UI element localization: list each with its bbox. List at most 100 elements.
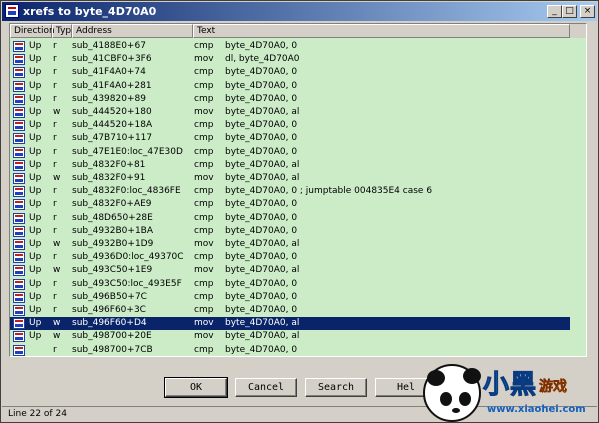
cell-address: sub_439820+89 xyxy=(72,93,146,104)
column-header-text[interactable]: Text xyxy=(193,24,570,38)
cell-type: r xyxy=(53,212,57,223)
cell-type: r xyxy=(53,120,57,131)
cell-address: sub_4832F0:loc_4836FE xyxy=(72,186,181,197)
cell-direction: Up xyxy=(29,305,42,315)
cell-address: sub_496B50+7C xyxy=(72,291,147,302)
cell-operands: byte_4D70A0, 0 xyxy=(225,41,298,51)
cell-instruction: cmp xyxy=(194,291,214,302)
table-row[interactable]: Up r sub_41F4A0+74 cmp byte_4D70A0, 0 xyxy=(10,66,570,79)
minimize-button[interactable]: _ xyxy=(547,5,562,18)
table-row[interactable]: Up r sub_48D650+28E cmp byte_4D70A0, 0 xyxy=(10,212,570,225)
table-row[interactable]: Up r sub_4832F0+81 cmp byte_4D70A0, al xyxy=(10,159,570,172)
xref-row-icon xyxy=(13,159,25,171)
column-header-type[interactable]: Typ xyxy=(52,24,72,38)
table-row[interactable]: Up r sub_444520+18A cmp byte_4D70A0, 0 xyxy=(10,119,570,132)
column-header-address[interactable]: Address xyxy=(72,24,193,38)
cell-operands: byte_4D70A0, 0 xyxy=(225,120,298,131)
table-row[interactable]: Up w sub_493C50+1E9 mov byte_4D70A0, al xyxy=(10,264,570,277)
xref-row-icon xyxy=(13,225,25,237)
table-row[interactable]: Up r sub_41CBF0+3F6 mov dl, byte_4D70A0 xyxy=(10,53,570,66)
maximize-button[interactable]: □ xyxy=(562,5,577,18)
table-row[interactable]: Up r sub_47E1E0:loc_47E30D cmp byte_4D70A0, … xyxy=(10,146,570,159)
table-row[interactable]: Up r sub_41F4A0+281 cmp byte_4D70A0, 0 xyxy=(10,80,570,93)
cell-type: r xyxy=(53,80,57,91)
panda-logo-icon xyxy=(423,364,481,422)
table-row[interactable]: Up r sub_493C50:loc_493E5F cmp byte_4D70A0, … xyxy=(10,278,570,291)
site-watermark: 小黑 游戏 www.xiaohei.com xyxy=(421,356,599,423)
status-text: Line 22 of 24 xyxy=(8,409,67,419)
xref-row-icon xyxy=(13,107,25,118)
cell-type: r xyxy=(53,186,57,197)
cell-instruction: cmp xyxy=(194,146,214,157)
cell-operands: dl, byte_4D70A0 xyxy=(225,54,300,65)
xref-row-icon xyxy=(13,305,25,316)
cell-instruction: cmp xyxy=(194,159,214,170)
cell-type: r xyxy=(53,67,57,78)
cell-operands: byte_4D70A0, 0 xyxy=(225,278,298,289)
xref-row-icon xyxy=(13,146,25,158)
cell-direction: Up xyxy=(29,107,42,117)
column-header-direction[interactable]: Direction xyxy=(10,24,55,38)
cell-address: sub_4832F0+91 xyxy=(72,173,146,183)
close-button[interactable]: × xyxy=(580,5,595,18)
cell-instruction: cmp xyxy=(194,278,214,289)
table-row[interactable]: Up r sub_496F60+3C cmp byte_4D70A0, 0 xyxy=(10,304,570,317)
cell-operands: byte_4D70A0, 0 xyxy=(225,199,298,210)
table-row[interactable]: Up w sub_498700+20E mov byte_4D70A0, al xyxy=(10,330,570,343)
table-row[interactable]: Up w sub_496F60+D4 mov byte_4D70A0, al xyxy=(10,317,570,331)
search-button[interactable]: Search xyxy=(305,378,367,397)
xref-row-icon xyxy=(13,133,25,145)
table-row[interactable]: Up r sub_4188E0+67 cmp byte_4D70A0, 0 xyxy=(10,40,570,53)
table-row[interactable]: Up w sub_444520+180 mov byte_4D70A0, al xyxy=(10,106,570,119)
cell-instruction: mov xyxy=(194,107,214,117)
cell-address: sub_41CBF0+3F6 xyxy=(72,54,152,65)
xref-list[interactable]: Direction Typ Address Text Up r sub_4188E0… xyxy=(9,23,587,357)
cell-operands: byte_4D70A0, 0 xyxy=(225,146,298,157)
cell-address: sub_47B710+117 xyxy=(72,133,153,144)
cell-address: sub_444520+18A xyxy=(72,120,153,131)
cell-direction: Up xyxy=(29,265,42,276)
cell-direction: Up xyxy=(29,225,42,236)
xref-row-icon xyxy=(13,120,25,132)
cell-instruction: cmp xyxy=(194,41,214,51)
cell-instruction: mov xyxy=(194,265,214,276)
table-row[interactable]: r sub_498700+7CB cmp byte_4D70A0, 0 xyxy=(10,344,570,356)
cell-operands: byte_4D70A0, 0 xyxy=(225,93,298,104)
cell-direction: Up xyxy=(29,159,42,170)
cell-type: r xyxy=(53,278,57,289)
cell-direction: Up xyxy=(29,93,42,104)
cell-address: sub_4832F0+AE9 xyxy=(72,199,152,210)
table-row[interactable]: Up r sub_47B710+117 cmp byte_4D70A0, 0 xyxy=(10,132,570,145)
cell-type: w xyxy=(53,173,61,183)
table-row[interactable]: Up w sub_4832F0+91 mov byte_4D70A0, al xyxy=(10,172,570,185)
cell-instruction: cmp xyxy=(194,80,214,91)
ok-button[interactable]: OK xyxy=(164,377,228,398)
cell-type: w xyxy=(53,265,61,276)
cell-type: r xyxy=(53,305,57,315)
cell-address: sub_4932B0+1D9 xyxy=(72,239,154,249)
cell-direction: Up xyxy=(29,291,42,302)
cell-instruction: cmp xyxy=(194,212,214,223)
cell-address: sub_41F4A0+281 xyxy=(72,80,152,91)
title-bar[interactable]: xrefs to byte_4D70A0 _ □ × xyxy=(2,2,597,21)
cell-type: r xyxy=(53,252,57,263)
window-title: xrefs to byte_4D70A0 xyxy=(23,5,157,18)
table-row[interactable]: Up r sub_4832F0:loc_4836FE cmp byte_4D70A0, … xyxy=(10,185,570,198)
cancel-button[interactable]: Cancel xyxy=(235,378,297,397)
cell-instruction: cmp xyxy=(194,67,214,78)
xref-row-icon xyxy=(13,239,25,250)
table-row[interactable]: Up r sub_4936D0:loc_49370C cmp byte_4D70A0, … xyxy=(10,251,570,264)
cell-type: r xyxy=(53,54,57,65)
cell-operands: byte_4D70A0, 0 xyxy=(225,291,298,302)
table-row[interactable]: Up w sub_4932B0+1D9 mov byte_4D70A0, al xyxy=(10,238,570,251)
xref-row-icon xyxy=(13,331,25,343)
cell-direction: Up xyxy=(29,331,42,342)
cell-operands: byte_4D70A0, 0 ; jumptable 004835E4 case… xyxy=(225,186,433,197)
table-row[interactable]: Up r sub_4932B0+1BA cmp byte_4D70A0, 0 xyxy=(10,225,570,238)
cell-operands: byte_4D70A0, 0 xyxy=(225,67,298,78)
table-row[interactable]: Up r sub_496B50+7C cmp byte_4D70A0, 0 xyxy=(10,291,570,304)
table-row[interactable]: Up r sub_4832F0+AE9 cmp byte_4D70A0, 0 xyxy=(10,198,570,211)
cell-instruction: mov xyxy=(194,173,214,183)
table-row[interactable]: Up r sub_439820+89 cmp byte_4D70A0, 0 xyxy=(10,93,570,106)
xref-row-icon xyxy=(13,318,25,330)
